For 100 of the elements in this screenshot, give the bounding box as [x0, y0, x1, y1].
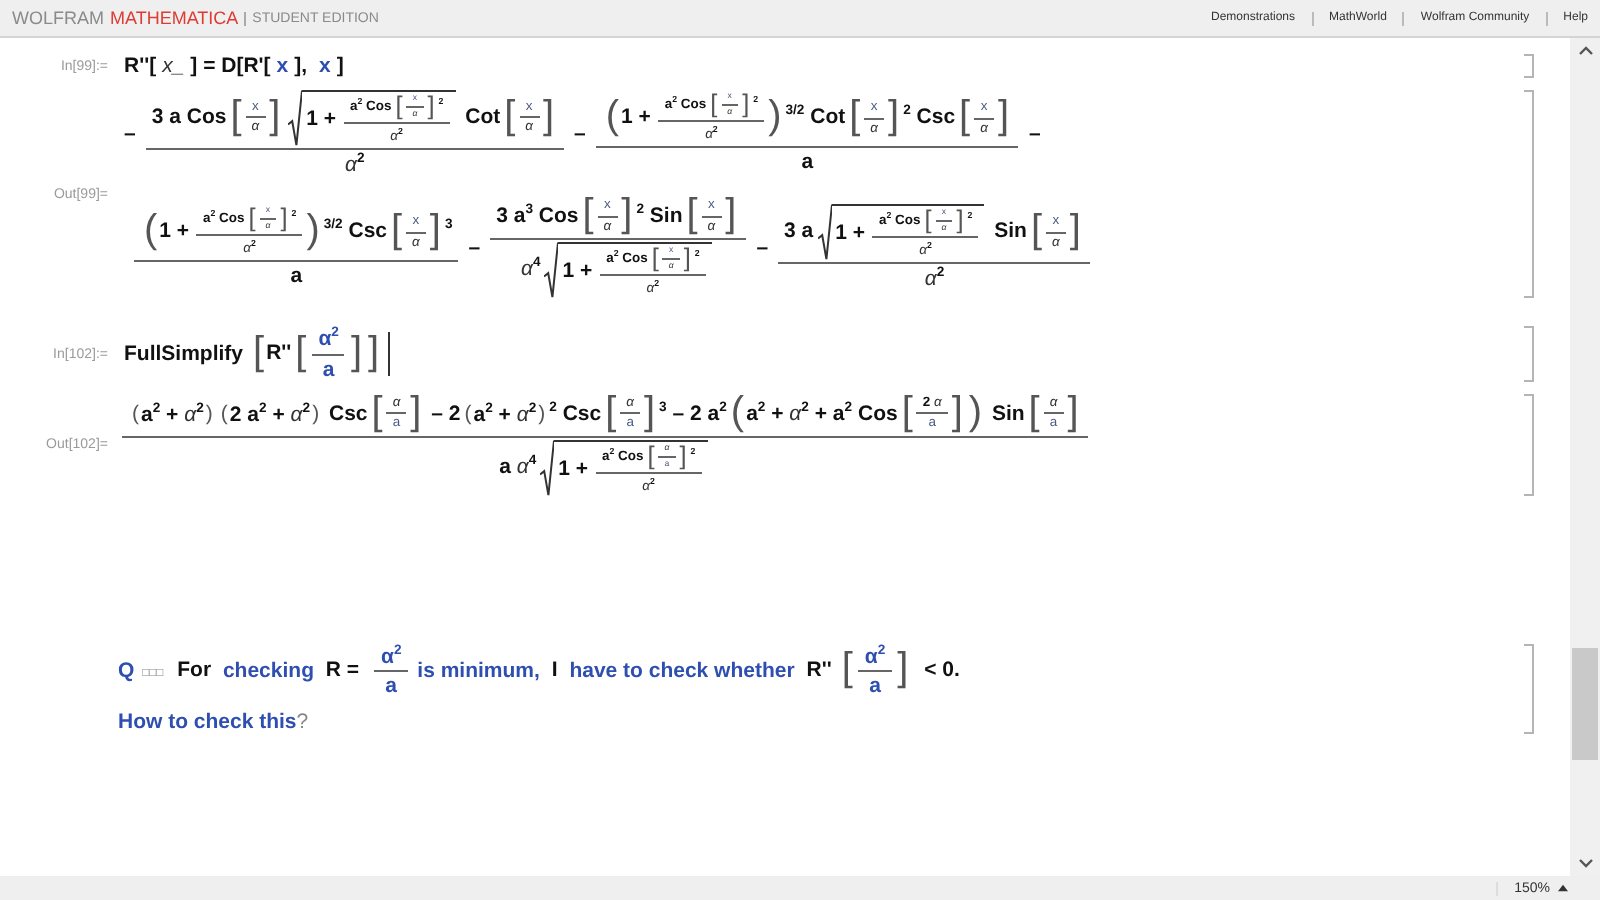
- superscript: 2: [844, 400, 853, 415]
- math-text: +: [496, 402, 513, 427]
- math-text: ?: [296, 710, 309, 735]
- math-text: α: [380, 644, 394, 669]
- superscript: 2: [196, 401, 204, 416]
- math-text: 3 a: [496, 204, 526, 229]
- cell-bracket[interactable]: [1524, 643, 1534, 735]
- math-text: Sin: [647, 204, 683, 229]
- superscript: 2: [259, 401, 267, 416]
- superscript: 2: [302, 401, 311, 416]
- math-text: +: [164, 402, 181, 427]
- math-text: a: [141, 402, 153, 427]
- superscript: 2: [528, 401, 537, 416]
- superscript: 2: [636, 203, 644, 218]
- delimiter: ]: [895, 650, 911, 691]
- math-text: 1 +: [621, 106, 653, 131]
- math-text: 3 a Cos: [151, 105, 227, 130]
- delimiter: ): [304, 212, 322, 253]
- math-text: R'': [806, 658, 832, 683]
- delimiter: (: [603, 98, 622, 139]
- delimiter: [: [251, 334, 267, 375]
- superscript: 2: [152, 401, 161, 416]
- delimiter: (: [728, 393, 747, 434]
- cell-bracket[interactable]: [1524, 54, 1534, 79]
- delimiter: (: [462, 401, 474, 426]
- delimiter: ]: [995, 98, 1011, 139]
- math-variable: α: [516, 402, 529, 427]
- delimiter: [: [839, 650, 855, 691]
- math-text: a: [869, 674, 881, 699]
- math-text: How to check this: [118, 710, 297, 735]
- scrollbar-thumb[interactable]: [1572, 648, 1598, 760]
- math-text: ] = D[R'[: [190, 54, 271, 78]
- delimiter: ): [966, 393, 985, 434]
- math-text: Cos: [855, 401, 898, 426]
- math-variable: α: [520, 258, 533, 283]
- delimiter: ): [766, 98, 784, 139]
- delimiter: [: [393, 94, 405, 120]
- math-text: α: [864, 644, 878, 669]
- math-text: have to check whether: [569, 658, 797, 683]
- delimiter: ]: [1067, 212, 1083, 253]
- delimiter: ]: [267, 98, 283, 138]
- superscript: 2: [877, 643, 886, 658]
- delimiter: ]: [954, 208, 966, 234]
- delimiter: [: [369, 393, 385, 434]
- caret-icon: [1558, 884, 1568, 892]
- math-text: –: [756, 235, 769, 260]
- math-text: Sin: [992, 219, 1027, 244]
- math-text: a: [746, 401, 758, 426]
- math-text: +: [769, 401, 786, 426]
- delimiter: ]: [425, 94, 437, 120]
- delimiter: [: [922, 208, 934, 234]
- delimiter: ]: [408, 393, 424, 434]
- delimiter: ]: [541, 98, 557, 138]
- delimiter: ]: [427, 212, 443, 253]
- delimiter: ]: [740, 92, 752, 119]
- superscript: 2: [801, 400, 809, 415]
- math-text: Csc: [914, 106, 956, 131]
- math-text: < 0.: [922, 658, 960, 683]
- delimiter: ]: [1065, 393, 1081, 434]
- scroll-down-icon[interactable]: [1577, 858, 1593, 868]
- delimiter: [: [847, 98, 863, 139]
- math-text: 2 a: [229, 402, 260, 427]
- cell-bracket[interactable]: [1524, 90, 1534, 299]
- delimiter: ): [204, 401, 215, 426]
- math-text: ],: [294, 54, 310, 78]
- math-text: I: [551, 658, 560, 683]
- delimiter: [: [246, 206, 258, 233]
- delimiter: ): [536, 401, 548, 426]
- math-text: checking: [222, 658, 316, 683]
- delimiter: ]: [278, 206, 290, 233]
- delimiter: ]: [348, 334, 364, 375]
- superscript: 2: [903, 105, 911, 120]
- math-text: Csc: [346, 220, 387, 245]
- superscript: 2: [485, 401, 493, 416]
- scroll-up-icon[interactable]: [1577, 46, 1593, 56]
- delimiter: [: [957, 98, 973, 139]
- delimiter: ]: [949, 393, 965, 434]
- math-text: a: [473, 402, 486, 427]
- math-text: – 2 a: [670, 401, 720, 426]
- math-text: Csc: [560, 401, 602, 426]
- cell-bracket[interactable]: [1524, 393, 1534, 496]
- delimiter: [: [684, 196, 700, 237]
- math-text: –: [1028, 121, 1041, 146]
- delimiter: [: [649, 246, 661, 273]
- math-text: is minimum,: [415, 658, 542, 683]
- math-text: For: [177, 658, 214, 683]
- brand-name: MATHEMATICA: [110, 8, 239, 28]
- math-text: x: [318, 54, 331, 78]
- superscript: 4: [532, 257, 541, 272]
- superscript: 2: [393, 643, 402, 658]
- scrollbar[interactable]: [1570, 38, 1600, 876]
- math-text: 1 +: [159, 220, 192, 245]
- cell-bracket[interactable]: [1524, 326, 1534, 382]
- math-text: –: [124, 121, 136, 146]
- math-text: 1 +: [306, 107, 339, 132]
- math-text: R =: [325, 658, 362, 683]
- math-text: 1 +: [562, 260, 595, 285]
- delimiter: ]: [681, 246, 693, 273]
- math-variable: α: [924, 266, 937, 291]
- delimiter: (: [218, 401, 230, 426]
